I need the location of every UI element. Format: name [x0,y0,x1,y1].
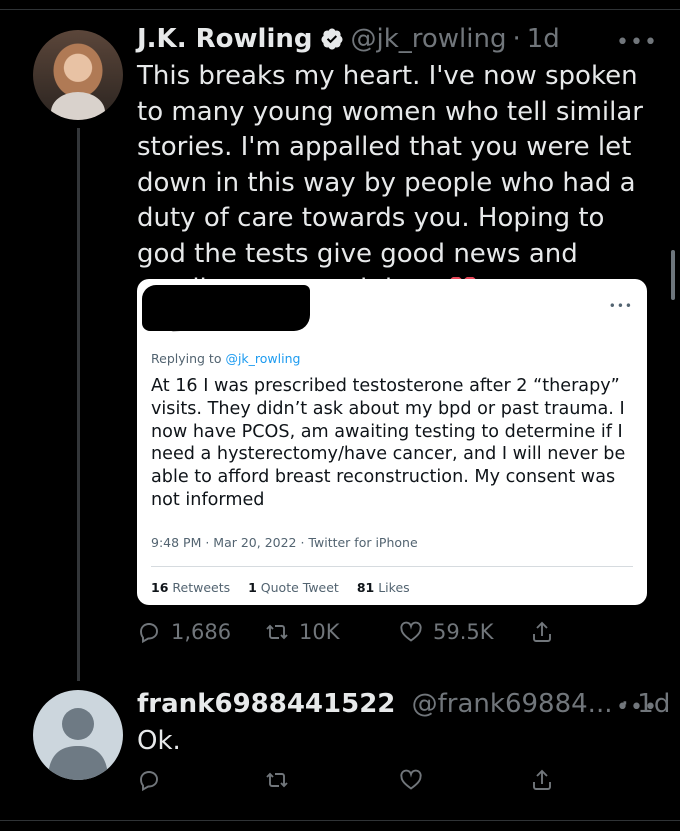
like-icon [400,769,422,790]
like-icon [400,621,422,642]
more-icon[interactable]: ••• [616,30,658,55]
retweets-count: 16 [151,580,169,595]
reply-more-icon[interactable]: ••• [616,695,658,720]
scrollbar-thumb[interactable] [671,250,675,300]
tweet-body: This breaks my heart. I've now spoken to… [137,61,643,304]
retweets-label: Retweets [168,580,231,595]
retweet-button[interactable]: 10K [265,620,340,644]
quoted-tweet-card[interactable]: ••• Replying to @jk_rowling At 16 I was … [137,279,647,605]
reply-author-name[interactable]: frank6988441522 [137,689,395,719]
quoted-retweets[interactable]: 16 Retweets [151,580,230,595]
retweet-count: 10K [299,620,340,644]
reply-button[interactable]: 1,686 [137,620,231,644]
reply-share-button[interactable] [530,768,564,792]
quoted-divider [151,566,633,567]
top-divider [0,9,680,10]
retweet-icon [266,772,288,788]
likes-count: 81 [356,580,375,595]
quoted-meta: 9:48 PM · Mar 20, 2022 · Twitter for iPh… [151,535,418,550]
author-name[interactable]: J.K. Rowling [137,24,312,54]
tweet-time[interactable]: 1d [527,24,560,54]
author-handle[interactable]: @jk_rowling [350,24,506,54]
reply-text: Ok. [137,726,181,756]
replying-to: Replying to @jk_rowling [151,351,300,366]
thread-line [77,128,80,681]
reply-icon [140,623,158,644]
tweet-text: This breaks my heart. I've now spoken to… [137,59,647,308]
reply-retweet-button[interactable] [265,768,299,792]
replying-to-handle[interactable]: @jk_rowling [225,351,300,366]
quoted-likes[interactable]: 81 Likes [357,580,410,595]
quoted-more-icon[interactable]: ••• [609,299,633,313]
tweet-actions: 1,686 10K 59.5K [137,620,577,650]
reply-icon [140,771,158,792]
reply-author-handle[interactable]: @frank69884... [412,689,613,719]
retweet-icon [266,624,288,640]
like-button[interactable]: 59.5K [399,620,494,644]
share-icon [533,621,551,642]
share-icon [533,769,551,790]
quoted-text: At 16 I was prescribed testosterone afte… [151,376,626,510]
reply-reply-button[interactable] [137,768,171,792]
reply-like-button[interactable] [399,768,433,792]
quotes-count: 1 [248,580,257,595]
quoted-quotes[interactable]: 1 Quote Tweet [248,580,339,595]
like-count: 59.5K [433,620,494,644]
tweet-header: J.K. Rowling @jk_rowling · 1d [137,24,560,54]
likes-label: Likes [374,580,410,595]
verified-badge-icon [321,28,343,50]
replying-prefix: Replying to [151,351,226,366]
reply-header: frank6988441522 @frank69884... · 1d [137,689,670,719]
bottom-divider [0,820,680,821]
reply-count: 1,686 [171,620,232,644]
reply-actions [137,768,577,798]
share-button[interactable] [530,620,564,644]
quotes-label: Quote Tweet [256,580,339,595]
quoted-stats: 16 Retweets 1 Quote Tweet 81 Likes [151,580,410,595]
default-avatar-icon [48,708,108,780]
avatar-jk-rowling[interactable] [33,30,123,120]
avatar-default[interactable] [33,690,123,780]
time-separator: · [512,24,521,54]
